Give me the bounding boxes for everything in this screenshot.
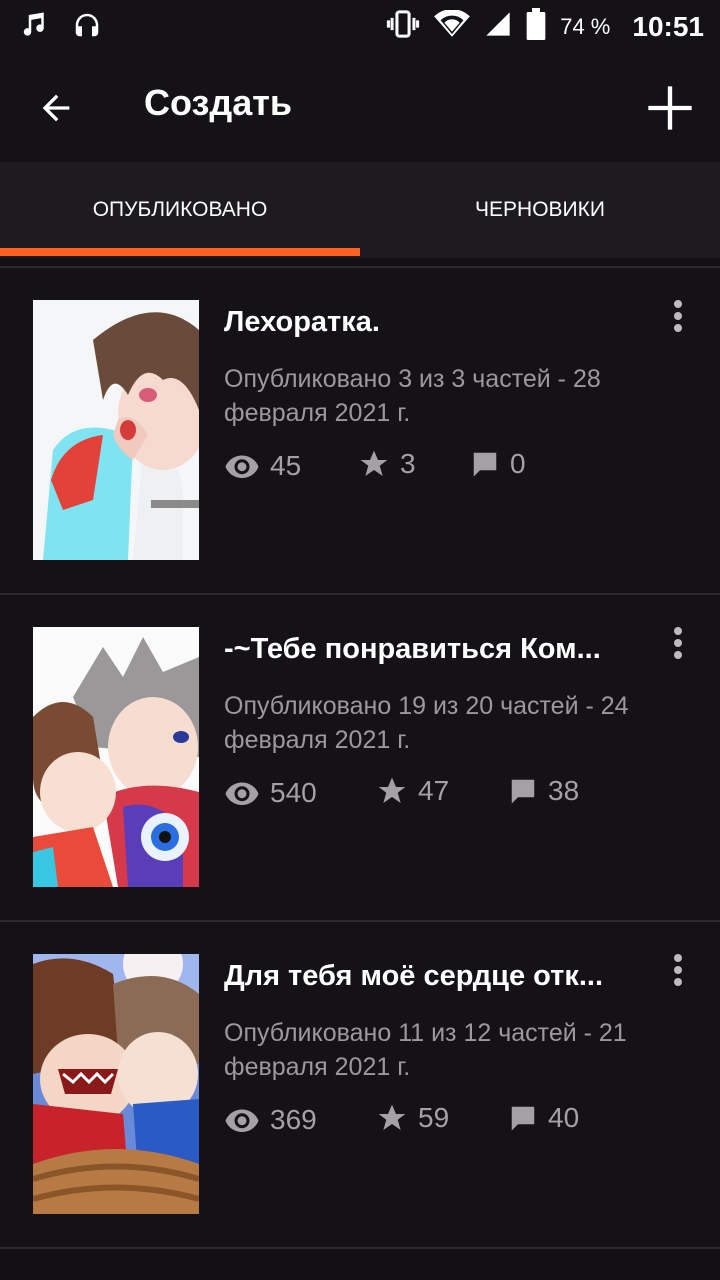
story-cover-image[interactable] (33, 627, 199, 887)
star-icon (378, 1104, 406, 1130)
battery-icon (526, 8, 546, 45)
views-stat: 369 (224, 1102, 317, 1138)
app-bar: Создать (0, 52, 720, 162)
add-story-button[interactable] (640, 78, 700, 138)
tab-drafts[interactable]: ЧЕРНОВИКИ (360, 162, 720, 258)
headset-icon (72, 10, 102, 45)
votes-stat: 59 (376, 1102, 449, 1134)
eye-icon (225, 782, 259, 805)
plus-icon (648, 86, 692, 130)
more-vert-icon (674, 954, 682, 962)
story-stats: 45 3 0 (224, 448, 684, 488)
story-cover-image[interactable] (33, 300, 199, 560)
story-meta: Опубликовано 19 из 20 частей - 24 феврал… (224, 692, 629, 754)
status-bar: 74 % 10:51 (0, 0, 720, 52)
tab-published[interactable]: ОПУБЛИКОВАНО (0, 162, 360, 258)
clock: 10:51 (632, 10, 704, 42)
story-stats: 540 47 38 (224, 775, 684, 815)
star-icon (360, 450, 388, 476)
more-vert-icon (674, 627, 682, 635)
story-meta: Опубликовано 3 из 3 частей - 28 февраля … (224, 365, 601, 427)
story-stats: 369 59 40 (224, 1102, 684, 1142)
comments-stat: 38 (508, 775, 579, 807)
votes-stat: 47 (376, 775, 449, 807)
votes-count: 47 (418, 775, 450, 806)
story-title[interactable]: -~Тебе понравиться Ком... (224, 633, 634, 666)
votes-stat: 3 (358, 448, 416, 480)
views-stat: 45 (224, 448, 301, 484)
more-options-button[interactable] (666, 623, 690, 663)
eye-icon (225, 1109, 259, 1132)
music-note-icon (20, 10, 50, 45)
more-options-button[interactable] (666, 950, 690, 990)
star-icon (378, 777, 406, 803)
votes-count: 3 (400, 448, 416, 479)
battery-percent: 74 % (560, 13, 611, 39)
wifi-icon (434, 9, 471, 43)
views-count: 540 (270, 777, 317, 808)
vibrate-icon (386, 9, 420, 44)
story-item[interactable]: Для тебя моё сердце отк... Опубликовано … (0, 922, 720, 1247)
comment-icon (511, 779, 535, 804)
story-title[interactable]: Для тебя моё сердце отк... (224, 960, 634, 993)
more-options-button[interactable] (666, 296, 690, 336)
votes-count: 59 (418, 1102, 450, 1133)
signal-icon (484, 10, 512, 43)
story-item[interactable]: -~Тебе понравиться Ком... Опубликовано 1… (0, 595, 720, 920)
back-button[interactable] (28, 80, 84, 136)
comments-count: 40 (548, 1102, 580, 1133)
story-item[interactable]: Лехоратка. Опубликовано 3 из 3 частей - … (0, 268, 720, 593)
divider (0, 1247, 720, 1249)
views-count: 45 (270, 450, 302, 481)
arrow-back-icon (42, 94, 70, 122)
views-count: 369 (270, 1104, 317, 1135)
page-title: Создать (144, 82, 293, 123)
comments-stat: 0 (470, 448, 526, 480)
comments-count: 38 (548, 775, 580, 806)
comment-icon (473, 452, 497, 477)
views-stat: 540 (224, 775, 317, 811)
story-title[interactable]: Лехоратка. (224, 306, 634, 339)
story-meta: Опубликовано 11 из 12 частей - 21 феврал… (224, 1019, 627, 1081)
comments-count: 0 (510, 448, 526, 479)
comment-icon (511, 1106, 535, 1131)
tab-indicator (0, 248, 360, 256)
more-vert-icon (674, 300, 682, 308)
eye-icon (225, 455, 259, 478)
tab-bar: ОПУБЛИКОВАНО ЧЕРНОВИКИ (0, 162, 720, 258)
comments-stat: 40 (508, 1102, 579, 1134)
story-cover-image[interactable] (33, 954, 199, 1214)
